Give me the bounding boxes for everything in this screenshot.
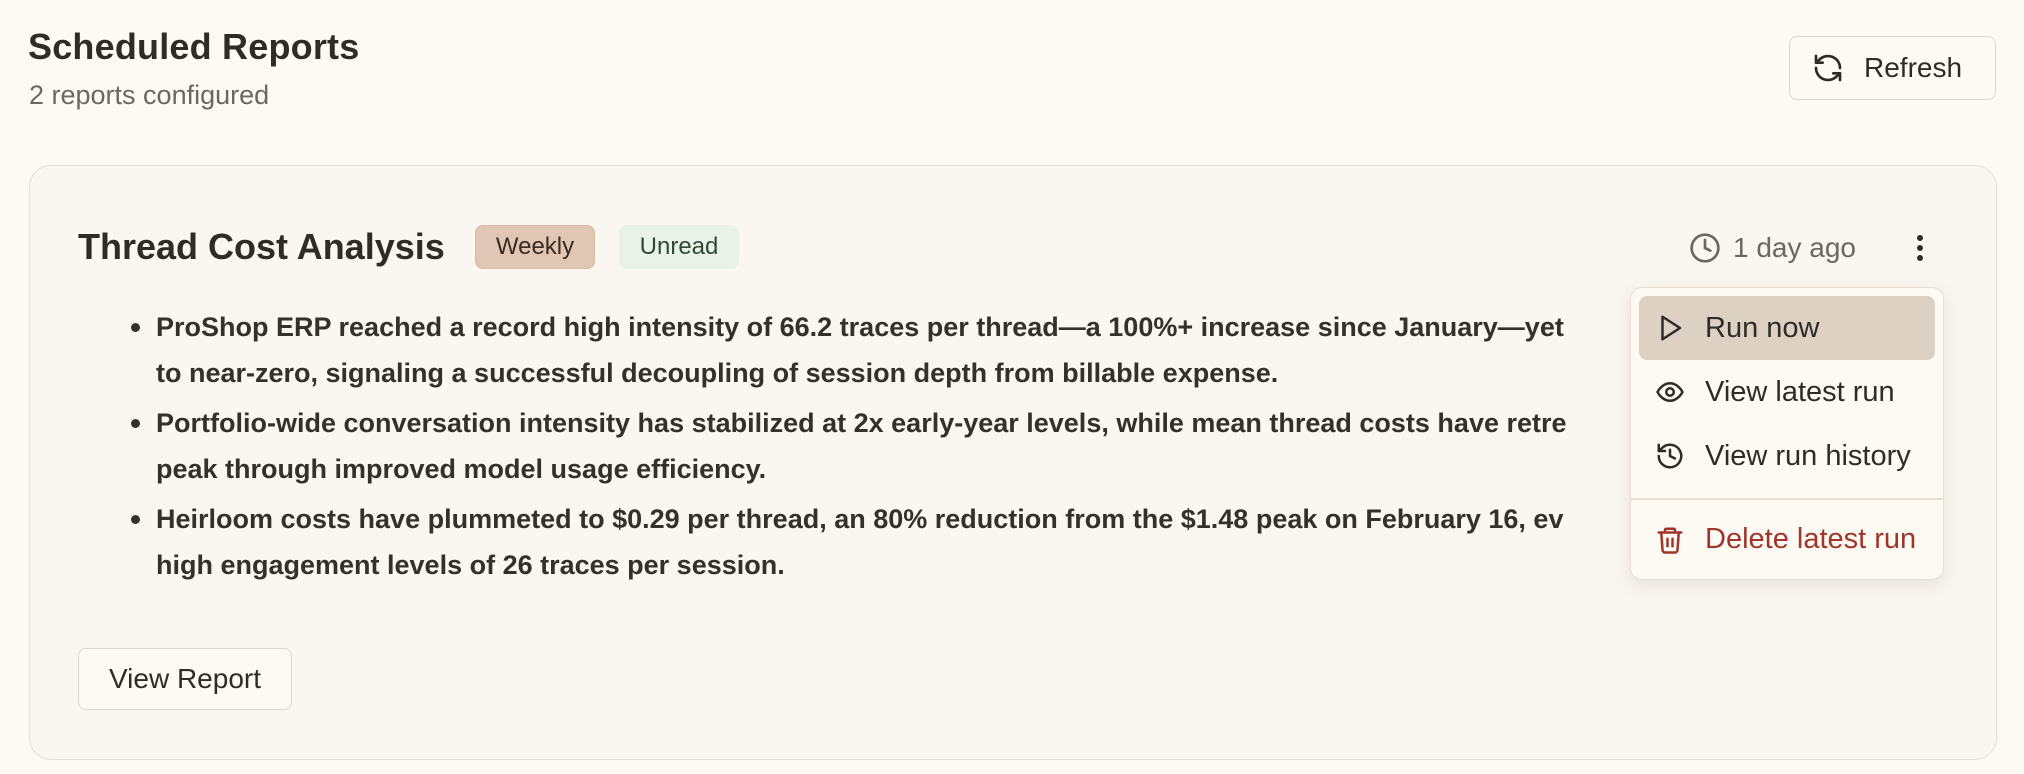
menu-item-view-run-history[interactable]: View run history xyxy=(1639,424,1935,488)
menu-item-label: Run now xyxy=(1705,311,1820,344)
menu-item-run-now[interactable]: Run now xyxy=(1639,296,1935,360)
menu-item-label: View run history xyxy=(1705,439,1911,472)
frequency-badge: Weekly xyxy=(475,225,595,269)
page-subtitle: 2 reports configured xyxy=(29,80,270,110)
page-title: Scheduled Reports xyxy=(28,26,360,67)
more-options-button[interactable] xyxy=(1898,226,1942,270)
status-badge: Unread xyxy=(619,225,739,269)
trash-icon xyxy=(1655,525,1685,555)
last-run-label: 1 day ago xyxy=(1733,232,1856,263)
summary-item: Heirloom costs have plummeted to $0.29 p… xyxy=(98,496,1678,588)
history-icon xyxy=(1655,441,1685,471)
menu-divider xyxy=(1631,498,1943,500)
last-run-time: 1 day ago xyxy=(1689,226,1856,270)
more-vertical-icon xyxy=(1916,234,1924,262)
menu-item-delete-latest-run[interactable]: Delete latest run xyxy=(1639,508,1935,572)
menu-item-view-latest-run[interactable]: View latest run xyxy=(1639,360,1935,424)
refresh-label: Refresh xyxy=(1864,52,1963,83)
report-actions-menu: Run now View latest run View run history xyxy=(1630,287,1944,580)
refresh-button[interactable]: Refresh xyxy=(1789,36,1996,100)
refresh-icon xyxy=(1812,52,1844,84)
play-icon xyxy=(1655,313,1685,343)
report-title: Thread Cost Analysis xyxy=(78,226,445,267)
menu-item-label: Delete latest run xyxy=(1705,523,1917,555)
summary-list: ProShop ERP reached a record high intens… xyxy=(98,304,1678,592)
clock-icon xyxy=(1689,232,1721,264)
view-report-button[interactable]: View Report xyxy=(78,648,292,710)
eye-icon xyxy=(1655,377,1685,407)
summary-item: Portfolio-wide conversation intensity ha… xyxy=(98,400,1678,492)
menu-item-label: View latest run xyxy=(1705,375,1895,408)
summary-item: ProShop ERP reached a record high intens… xyxy=(98,304,1678,396)
